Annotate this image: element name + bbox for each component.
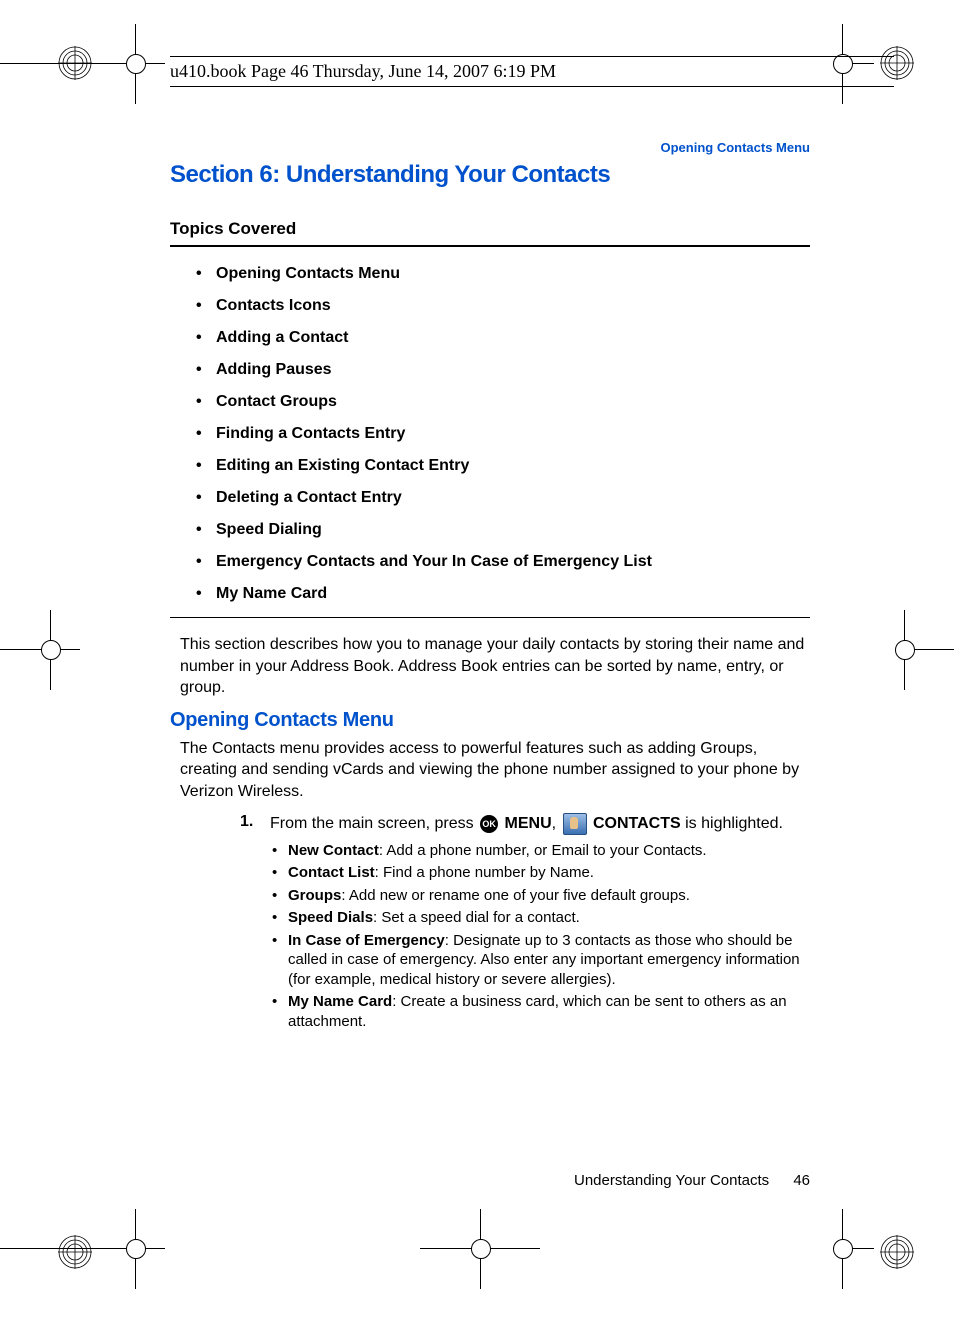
step-item: 1. From the main screen, press OK MENU, … <box>240 813 810 1032</box>
page-footer: Understanding Your Contacts 46 <box>170 1172 810 1189</box>
crop-mark-icon <box>0 640 80 660</box>
section-title: Section 6: Understanding Your Contacts <box>170 161 810 189</box>
subheading: Opening Contacts Menu <box>170 709 810 732</box>
list-item: Opening Contacts Menu <box>170 265 810 283</box>
list-item: My Name Card: Create a business card, wh… <box>270 992 810 1031</box>
contacts-label: CONTACTS <box>589 815 681 832</box>
divider <box>170 617 810 618</box>
content-area: Opening Contacts Menu Section 6: Underst… <box>170 140 810 1034</box>
crop-mark-icon <box>0 54 165 74</box>
list-item: Contacts Icons <box>170 297 810 315</box>
step-text: is highlighted. <box>681 815 783 832</box>
page-number: 46 <box>793 1172 810 1189</box>
step-text: , <box>552 815 561 832</box>
list-item: Adding Pauses <box>170 361 810 379</box>
footer-text: Understanding Your Contacts <box>574 1172 769 1189</box>
list-item: Speed Dials: Set a speed dial for a cont… <box>270 908 810 928</box>
running-head: Opening Contacts Menu <box>170 140 810 155</box>
step-number: 1. <box>240 813 253 831</box>
page: u410.book Page 46 Thursday, June 14, 200… <box>0 0 954 1319</box>
print-header: u410.book Page 46 Thursday, June 14, 200… <box>170 56 894 87</box>
list-item: Deleting a Contact Entry <box>170 489 810 507</box>
crop-mark-icon <box>440 1239 520 1259</box>
list-item: Contact List: Find a phone number by Nam… <box>270 863 810 883</box>
list-item: Speed Dialing <box>170 521 810 539</box>
crop-mark-icon <box>874 640 954 660</box>
divider <box>170 245 810 247</box>
crop-mark-icon <box>0 1239 165 1259</box>
list-item: Contact Groups <box>170 393 810 411</box>
list-item: Finding a Contacts Entry <box>170 425 810 443</box>
feature-list: New Contact: Add a phone number, or Emai… <box>270 841 810 1032</box>
list-item: Emergency Contacts and Your In Case of E… <box>170 553 810 571</box>
menu-label: MENU <box>500 815 552 832</box>
contacts-icon <box>563 813 587 835</box>
list-item: Editing an Existing Contact Entry <box>170 457 810 475</box>
step-text: From the main screen, press <box>270 815 478 832</box>
topics-list: Opening Contacts Menu Contacts Icons Add… <box>170 265 810 603</box>
list-item: My Name Card <box>170 585 810 603</box>
sub-intro-paragraph: The Contacts menu provides access to pow… <box>170 738 810 803</box>
list-item: In Case of Emergency: Designate up to 3 … <box>270 931 810 990</box>
list-item: Adding a Contact <box>170 329 810 347</box>
list-item: Groups: Add new or rename one of your fi… <box>270 886 810 906</box>
topics-covered-label: Topics Covered <box>170 219 810 239</box>
list-item: New Contact: Add a phone number, or Emai… <box>270 841 810 861</box>
ok-icon: OK <box>480 815 498 833</box>
intro-paragraph: This section describes how you to manage… <box>170 634 810 699</box>
step-list: 1. From the main screen, press OK MENU, … <box>240 813 810 1032</box>
crop-mark-icon <box>834 1239 954 1259</box>
